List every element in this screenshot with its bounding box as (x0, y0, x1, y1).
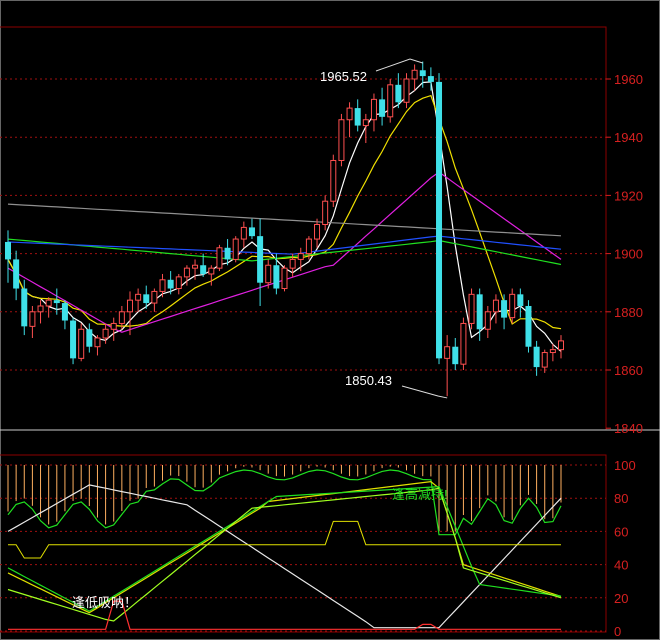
price-tick-label: 1940 (614, 130, 643, 145)
candle-body-down (70, 320, 77, 359)
price-tick-label: 1860 (614, 363, 643, 378)
price-tick-label: 1920 (614, 188, 643, 203)
low-price-label: 1850.43 (345, 373, 392, 388)
candle-body-up (135, 293, 142, 301)
price-tick-label: 1960 (614, 72, 643, 87)
candle-body-up (208, 267, 215, 275)
candle-body-down (379, 99, 386, 117)
osc-tick-label: 100 (614, 458, 636, 473)
candle-body-down (167, 279, 174, 289)
candle-body-down (21, 288, 28, 327)
candle-body-up (175, 276, 182, 290)
candle-body-up (370, 98, 377, 121)
candle-body-down (248, 227, 255, 237)
candle-body-down (257, 236, 264, 283)
candle-body-down (525, 305, 532, 347)
candle-body-up (281, 267, 288, 290)
candle-body-up (444, 346, 451, 359)
ma10-line (7, 94, 562, 330)
price-tick-label: 1900 (614, 247, 643, 262)
high-price-label: 1965.52 (320, 69, 367, 84)
candle-body-up (159, 279, 166, 292)
candles-layer (5, 58, 564, 399)
labels-layer: 1965.52 1850.43 逢高减持! 逢低吸呐！ (72, 69, 448, 610)
candle-body-up (492, 299, 499, 313)
price-tick-label: 1840 (614, 421, 643, 436)
price-tick-label: 1880 (614, 305, 643, 320)
stock-chart: 1840 1860 1880 1900 1920 1940 1960 0 20 40 60 80 100… (0, 0, 660, 640)
candle-body-down (419, 70, 426, 77)
candle-body-up (265, 264, 272, 284)
candle-body-up (151, 290, 158, 304)
candle-body-up (37, 305, 44, 313)
candle-body-up (549, 349, 556, 354)
ma250-line (7, 203, 562, 237)
candle-body-down (61, 303, 68, 321)
candle-body-down (517, 294, 524, 306)
candle-body-up (558, 340, 564, 351)
candle-body-up (102, 328, 109, 339)
candle-body-down (86, 329, 93, 347)
candle-body-up (45, 299, 52, 307)
candle-body-up (118, 311, 125, 324)
candle-body-up (484, 311, 491, 330)
candle-body-up (362, 119, 369, 127)
osc-signal-line (8, 520, 561, 559)
candle-body-down (476, 294, 483, 330)
candle-body-up (305, 238, 312, 255)
candle-body-up (183, 267, 190, 278)
candle-body-up (338, 119, 345, 161)
candle-body-up (232, 238, 239, 260)
candle-body-up (78, 328, 85, 359)
candle-body-up (94, 337, 101, 348)
candle-body-up (126, 299, 133, 313)
candle-body-up (240, 226, 247, 240)
candle-body-up (110, 322, 117, 330)
candle-body-down (200, 265, 207, 274)
candle-body-down (452, 346, 459, 365)
candle-body-down (395, 84, 402, 103)
candle-body-up (29, 311, 36, 327)
osc-green-envelope-line (7, 469, 562, 536)
osc-tick-label: 60 (614, 524, 628, 539)
candle-body-up (346, 107, 353, 121)
candle-body-up (468, 293, 475, 324)
sell-signal-label: 逢高减持! (392, 487, 448, 502)
osc-yellow-line (7, 480, 562, 614)
candle-body-up (460, 322, 467, 365)
candle-body-up (314, 224, 321, 240)
osc-tick-label: 0 (614, 624, 621, 639)
candle-body-up (509, 293, 516, 319)
candle-body-up (541, 352, 548, 368)
ma120-line (7, 235, 562, 255)
candle-body-up (289, 258, 296, 269)
candle-body-down (501, 300, 508, 318)
candle-body-down (13, 259, 20, 289)
ma60-line (7, 238, 562, 266)
candle-body-up (411, 69, 418, 80)
candle-body-down (143, 294, 150, 304)
candle-body-up (192, 264, 199, 269)
osc-tick-label: 40 (614, 558, 628, 573)
candle-body-up (216, 247, 223, 269)
candle-body-up (387, 84, 394, 118)
candle-body-up (403, 78, 410, 103)
candle-body-up (297, 253, 304, 260)
candle-body-down (354, 108, 361, 126)
osc-tick-label: 20 (614, 591, 628, 606)
candle-body-down (533, 346, 540, 368)
high-callout-line (375, 58, 423, 72)
candle-body-up (330, 159, 337, 202)
candle-body-down (224, 247, 231, 260)
candle-body-down (5, 241, 11, 260)
candle-body-down (427, 76, 434, 82)
candle-body-up (322, 200, 329, 226)
osc-tick-label: 80 (614, 491, 628, 506)
candle-body-down (273, 265, 280, 289)
candle-body-down (53, 300, 60, 304)
low-callout-line (401, 385, 448, 399)
buy-signal-label: 逢低吸呐！ (72, 595, 137, 610)
candle-body-down (436, 81, 443, 359)
